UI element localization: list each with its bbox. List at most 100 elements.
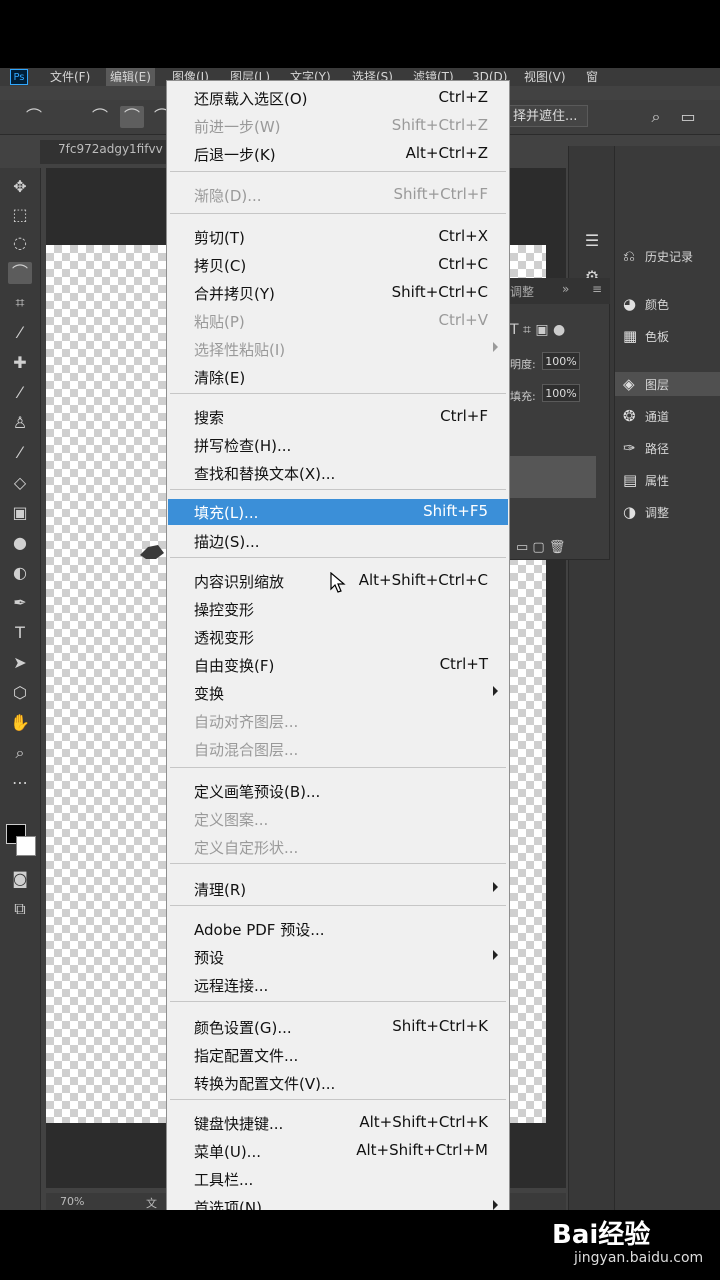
menu-item-presets[interactable]: 预设 [168,943,508,971]
menu-separator [170,905,506,906]
image-fragment [140,545,164,559]
stamp-tool-icon[interactable]: ♙ [8,412,32,434]
menu-separator [170,863,506,864]
menu-item-preferences[interactable]: 首选项(N) [168,1193,508,1210]
menu-item-clear[interactable]: 清除(E) [168,363,508,391]
menu-item-puppet-warp[interactable]: 操控变形 [168,595,508,623]
menu-item-transform[interactable]: 变换 [168,679,508,707]
menu-item-purge[interactable]: 清理(R) [168,875,508,903]
menu-item-perspective-warp[interactable]: 透视变形 [168,623,508,651]
menu-edit[interactable]: 编辑(E) [106,68,155,86]
menu-item-convert-profile[interactable]: 转换为配置文件(V)... [168,1069,508,1097]
menu-item-cut[interactable]: 剪切(T) Ctrl+X [168,223,508,251]
quick-select-preset-icon[interactable]: ⌒ [22,106,46,128]
menu-item-search[interactable]: 搜索 Ctrl+F [168,403,508,431]
menu-item-paste[interactable]: 粘贴(P) Ctrl+V [168,307,508,335]
search-icon[interactable]: ⌕ [644,106,668,128]
gradient-tool-icon[interactable]: ▣ [8,502,32,524]
type-tool-icon[interactable]: T [8,622,32,644]
select-and-mask-button[interactable]: 择并遮住... [508,105,588,127]
menu-item-auto-align[interactable]: 自动对齐图层... [168,707,508,735]
panel-color[interactable]: ◕ 颜色 [623,292,669,316]
menu-item-fill[interactable]: 填充(L)... Shift+F5 [168,499,508,525]
menu-item-paste-special[interactable]: 选择性粘贴(I) [168,335,508,363]
panel-menu-icon[interactable]: ≡ [592,282,602,296]
menu-item-fade[interactable]: 渐隐(D)... Shift+Ctrl+F [168,181,508,209]
layer-actions-icons[interactable]: ▭ ▢ 🗑 [516,540,565,555]
panel-paths[interactable]: ✑ 路径 [623,436,669,460]
eraser-tool-icon[interactable]: ◇ [8,472,32,494]
menu-item-undo[interactable]: 还原载入选区(O) Ctrl+Z [168,84,508,112]
menu-window[interactable]: 窗 [586,68,598,86]
dodge-tool-icon[interactable]: ◐ [8,562,32,584]
brush-tool-icon[interactable]: ⁄ [8,382,32,404]
menu-item-stroke[interactable]: 描边(S)... [168,527,508,555]
menu-file[interactable]: 文件(F) [50,68,90,86]
panel-layers[interactable]: ◈ 图层 [615,372,720,396]
more-tools-icon[interactable]: ⋯ [8,772,32,794]
layer-row[interactable] [510,456,596,498]
adjust-tab[interactable]: 调整 [510,283,534,300]
properties-icon: ▤ [623,471,638,489]
panel-swatches[interactable]: ▦ 色板 [623,324,669,348]
document-tab[interactable]: 7fc972adgy1fifvv [58,142,163,156]
menu-item-copy-merged[interactable]: 合并拷贝(Y) Shift+Ctrl+C [168,279,508,307]
screen-mode-icon[interactable]: ⧉ [8,898,32,920]
lasso-tool-icon[interactable]: ◌ [8,232,32,254]
menu-item-define-brush[interactable]: 定义画笔预设(B)... [168,777,508,805]
new-selection-icon[interactable]: ⌒ [88,106,112,128]
menu-separator [170,1099,506,1100]
fill-field[interactable]: 100% [542,384,580,402]
menu-item-menus[interactable]: 菜单(U)... Alt+Shift+Ctrl+M [168,1137,508,1165]
menu-item-copy[interactable]: 拷贝(C) Ctrl+C [168,251,508,279]
bottom-black-bar: Bai经验 jingyan.baidu.com [0,1210,720,1280]
menu-item-assign-profile[interactable]: 指定配置文件... [168,1041,508,1069]
blur-tool-icon[interactable]: ● [8,532,32,554]
crop-tool-icon[interactable]: ⌗ [8,292,32,314]
path-select-icon[interactable]: ➤ [8,652,32,674]
watermark-url: jingyan.baidu.com [574,1250,704,1266]
submenu-arrow-icon [493,950,498,960]
menu-item-keyboard-shortcuts[interactable]: 键盘快捷键... Alt+Shift+Ctrl+K [168,1109,508,1137]
move-tool-icon[interactable]: ✥ [8,176,32,198]
menu-item-color-settings[interactable]: 颜色设置(G)... Shift+Ctrl+K [168,1013,508,1041]
menu-item-free-transform[interactable]: 自由变换(F) Ctrl+T [168,651,508,679]
background-color-swatch[interactable] [16,836,36,856]
history-icon: ⎌ [623,247,636,265]
marquee-tool-icon[interactable]: ⬚ [8,204,32,226]
opacity-field[interactable]: 100% [542,352,580,370]
grid-icon: ▦ [623,327,638,345]
menu-item-spell-check[interactable]: 拼写检查(H)... [168,431,508,459]
menu-item-find-replace[interactable]: 查找和替换文本(X)... [168,459,508,487]
menu-view[interactable]: 视图(V) [524,68,566,86]
menu-item-define-pattern[interactable]: 定义图案... [168,805,508,833]
hand-tool-icon[interactable]: ✋ [8,712,32,734]
quick-select-tool-icon[interactable]: ⌒ [8,262,32,284]
adjustments-icon: ◑ [623,503,637,521]
menu-item-remote-connections[interactable]: 远程连接... [168,971,508,999]
quick-mask-icon[interactable]: ◙ [8,868,32,890]
workspace-icon[interactable]: ▭ [676,106,700,128]
panel-dock: ⎌ 历史记录 ◕ 颜色 ▦ 色板 ◈ 图层 ❂ 通道 ✑ 路径 ▤ 属性 ◑ 调整 [614,146,720,1210]
layer-filter-icons[interactable]: T ⌗ ▣ ● [510,322,565,338]
pen-tool-icon[interactable]: ✒ [8,592,32,614]
menu-item-step-forward[interactable]: 前进一步(W) Shift+Ctrl+Z [168,112,508,140]
menu-item-pdf-presets[interactable]: Adobe PDF 预设... [168,915,508,943]
collapse-icon[interactable]: » [562,282,569,296]
healing-tool-icon[interactable]: ✚ [8,352,32,374]
shape-tool-icon[interactable]: ⬡ [8,682,32,704]
add-selection-icon[interactable]: ⌒ [120,106,144,128]
zoom-tool-icon[interactable]: ⌕ [8,742,32,764]
menu-item-toolbar[interactable]: 工具栏... [168,1165,508,1193]
panel-history[interactable]: ⎌ 历史记录 [623,244,693,268]
menu-item-step-backward[interactable]: 后退一步(K) Alt+Ctrl+Z [168,140,508,168]
brush-settings-icon[interactable]: ☰ [579,230,605,252]
eyedropper-tool-icon[interactable]: ⁄ [8,322,32,344]
panel-channels[interactable]: ❂ 通道 [623,404,669,428]
menu-item-define-shape[interactable]: 定义自定形状... [168,833,508,861]
panel-adjustments[interactable]: ◑ 调整 [623,500,669,524]
history-brush-icon[interactable]: ⁄ [8,442,32,464]
menu-item-auto-blend[interactable]: 自动混合图层... [168,735,508,763]
zoom-level[interactable]: 70% [60,1195,84,1208]
panel-properties[interactable]: ▤ 属性 [623,468,669,492]
